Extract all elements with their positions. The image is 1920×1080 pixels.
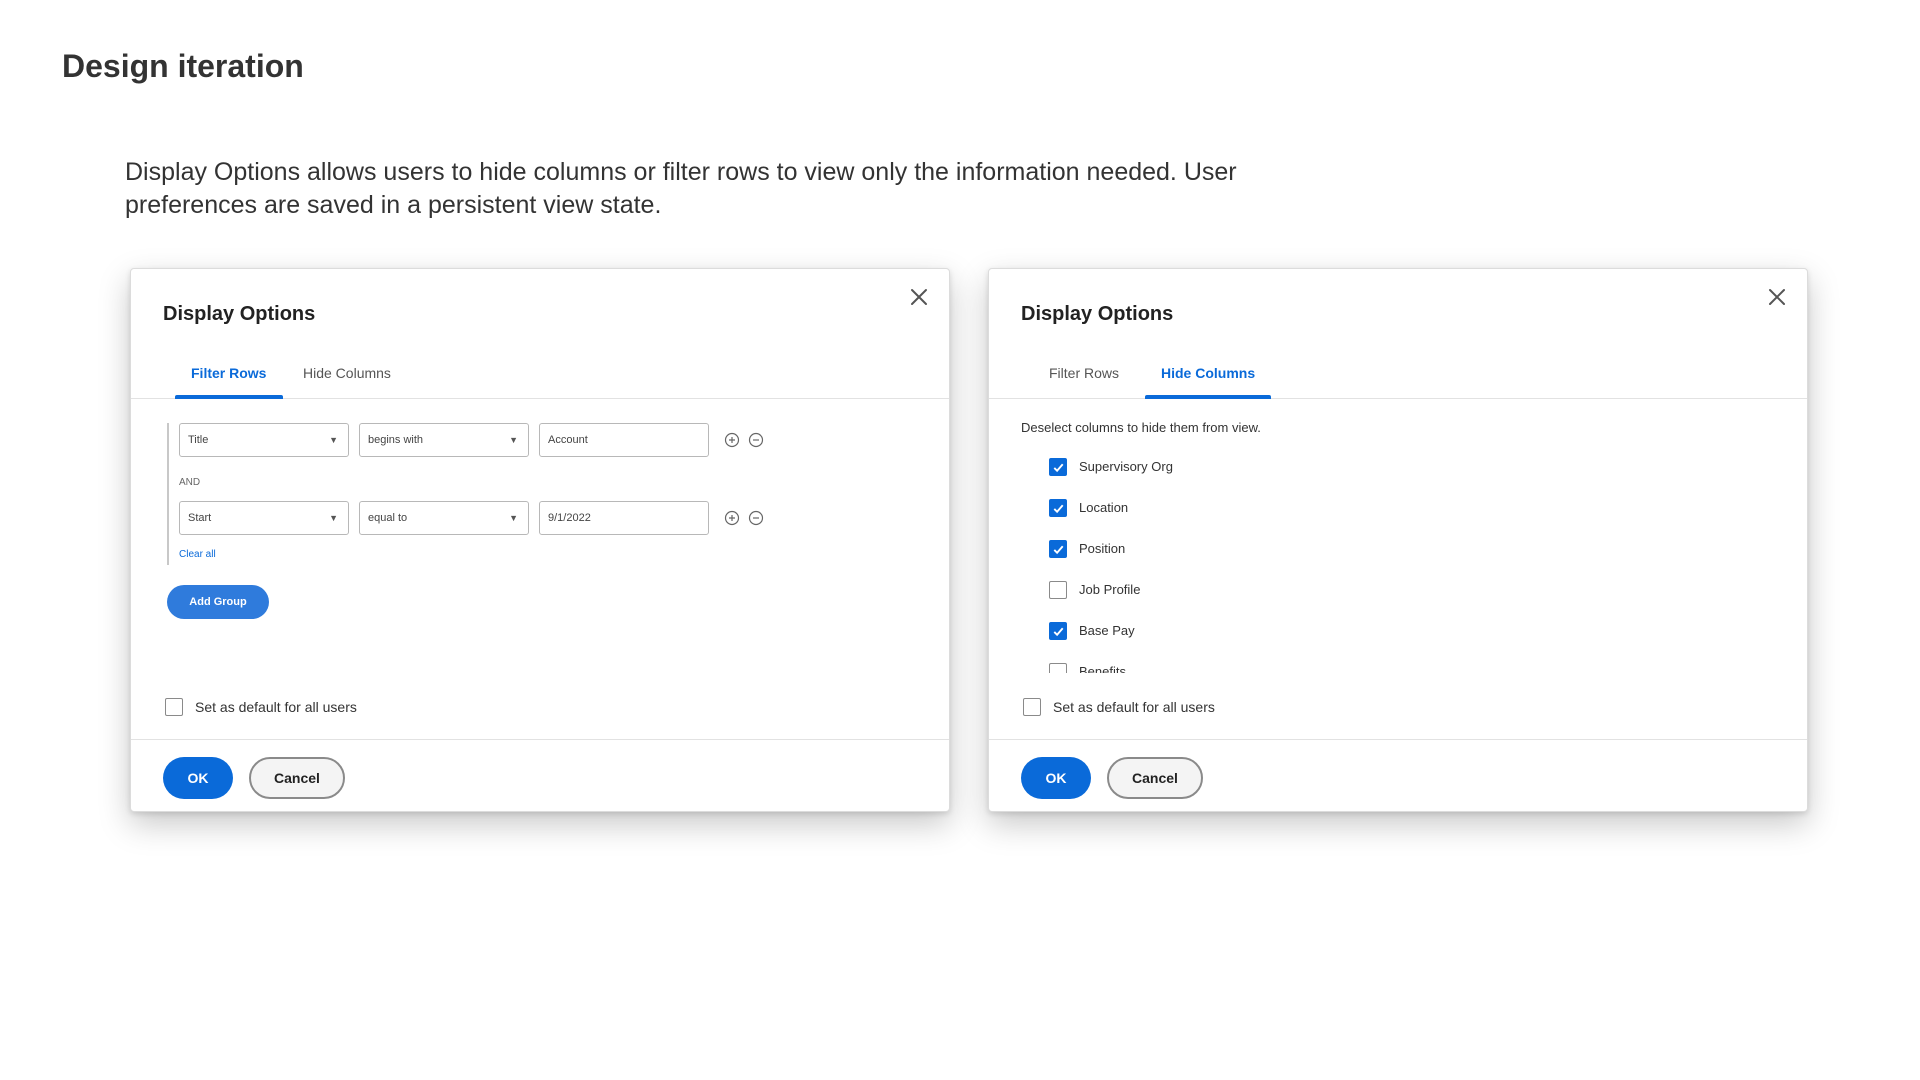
cancel-button[interactable]: Cancel [1107, 757, 1203, 799]
operator-select[interactable]: equal to ▼ [359, 501, 529, 535]
page-description: Display Options allows users to hide col… [125, 158, 1237, 219]
caret-down-icon: ▼ [329, 435, 338, 445]
tab-filter-rows[interactable]: Filter Rows [191, 357, 266, 399]
footer-divider [989, 739, 1807, 740]
add-condition-icon[interactable] [724, 510, 740, 526]
set-default-label: Set as default for all users [1053, 699, 1215, 715]
field-select[interactable]: Start ▼ [179, 501, 349, 535]
clear-all-link[interactable]: Clear all [179, 549, 216, 560]
active-tab-indicator [175, 395, 283, 399]
close-icon[interactable] [1765, 285, 1789, 309]
column-list: Supervisory Org Location Position Job Pr… [1049, 457, 1449, 673]
field-select-value: Title [188, 434, 209, 446]
field-select-value: Start [188, 512, 212, 524]
tab-hide-columns[interactable]: Hide Columns [303, 357, 391, 399]
close-icon[interactable] [907, 285, 931, 309]
display-options-dialog-columns: Display Options Filter Rows Hide Columns… [988, 268, 1808, 812]
column-item-base-pay[interactable]: Base Pay [1049, 621, 1349, 641]
column-item-supervisory-org[interactable]: Supervisory Org [1049, 457, 1349, 477]
set-default-label: Set as default for all users [195, 699, 357, 715]
remove-condition-icon[interactable] [748, 510, 764, 526]
column-label: Location [1079, 500, 1129, 515]
set-default-row[interactable]: Set as default for all users [1023, 697, 1423, 717]
column-label: Position [1079, 541, 1126, 556]
ok-button[interactable]: OK [163, 757, 233, 799]
caret-down-icon: ▼ [509, 513, 518, 523]
filter-group: Title ▼ begins with ▼ Account AND Start … [167, 423, 787, 565]
dialog-title: Display Options [1021, 303, 1174, 325]
column-checkbox[interactable] [1049, 540, 1067, 558]
tab-bar: Filter Rows Hide Columns [131, 357, 949, 399]
column-checkbox[interactable] [1049, 499, 1067, 517]
caret-down-icon: ▼ [509, 435, 518, 445]
hide-columns-hint: Deselect columns to hide them from view. [1021, 420, 1261, 435]
field-select[interactable]: Title ▼ [179, 423, 349, 457]
filter-value-input[interactable]: 9/1/2022 [539, 501, 709, 535]
filter-value-text: 9/1/2022 [548, 512, 591, 524]
ok-button[interactable]: OK [1021, 757, 1091, 799]
column-label: Supervisory Org [1079, 459, 1173, 474]
dialog-title: Display Options [163, 303, 316, 325]
active-tab-indicator [1145, 395, 1271, 399]
column-checkbox[interactable] [1049, 663, 1067, 673]
add-condition-icon[interactable] [724, 432, 740, 448]
column-item-position[interactable]: Position [1049, 539, 1349, 559]
add-group-button[interactable]: Add Group [167, 585, 269, 619]
column-checkbox[interactable] [1049, 581, 1067, 599]
column-label: Job Profile [1079, 582, 1141, 597]
page-title: Design iteration [62, 48, 304, 84]
display-options-dialog-filter: Display Options Filter Rows Hide Columns… [130, 268, 950, 812]
tab-filter-rows[interactable]: Filter Rows [1049, 357, 1119, 399]
operator-select[interactable]: begins with ▼ [359, 423, 529, 457]
and-label: AND [179, 477, 201, 488]
column-checkbox[interactable] [1049, 622, 1067, 640]
column-label: Benefits [1079, 664, 1126, 673]
operator-select-value: begins with [368, 434, 424, 446]
operator-select-value: equal to [368, 512, 408, 524]
remove-condition-icon[interactable] [748, 432, 764, 448]
filter-value-input[interactable]: Account [539, 423, 709, 457]
column-item-location[interactable]: Location [1049, 498, 1349, 518]
column-label: Base Pay [1079, 623, 1135, 638]
column-item-benefits[interactable]: Benefits [1049, 662, 1349, 673]
column-item-job-profile[interactable]: Job Profile [1049, 580, 1349, 600]
column-checkbox[interactable] [1049, 458, 1067, 476]
tab-hide-columns[interactable]: Hide Columns [1161, 357, 1255, 399]
caret-down-icon: ▼ [329, 513, 338, 523]
cancel-button[interactable]: Cancel [249, 757, 345, 799]
set-default-checkbox[interactable] [1023, 698, 1041, 716]
set-default-checkbox[interactable] [165, 698, 183, 716]
filter-value-text: Account [548, 434, 588, 446]
set-default-row[interactable]: Set as default for all users [165, 697, 565, 717]
footer-divider [131, 739, 949, 740]
tab-bar: Filter Rows Hide Columns [989, 357, 1807, 399]
